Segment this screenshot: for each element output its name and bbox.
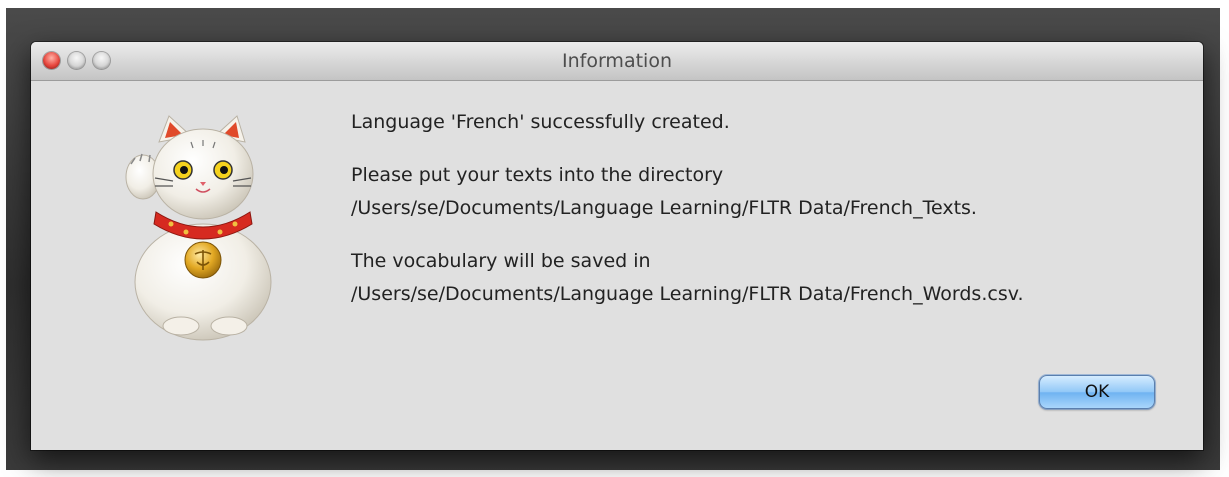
message-text: Language 'French' successfully created. … (351, 106, 1191, 331)
message-texts-directory: Please put your texts into the directory… (351, 159, 1191, 225)
window-title: Information (562, 50, 672, 72)
message-vocabulary-file: The vocabulary will be saved in /Users/s… (351, 245, 1191, 311)
message-line: The vocabulary will be saved in (351, 250, 651, 272)
texts-directory-path: /Users/se/Documents/Language Learning/FL… (351, 197, 977, 219)
message-created: Language 'French' successfully created. (351, 106, 1191, 139)
ok-button[interactable]: OK (1039, 375, 1155, 409)
title-bar[interactable]: Information (31, 42, 1203, 81)
information-dialog: Information Language 'French' successful… (31, 42, 1203, 450)
lucky-cat-icon (125, 115, 272, 341)
vocabulary-file-path: /Users/se/Documents/Language Learning/FL… (351, 283, 1024, 305)
message-line: Please put your texts into the directory (351, 164, 724, 186)
message-line: Language 'French' successfully created. (351, 111, 730, 133)
